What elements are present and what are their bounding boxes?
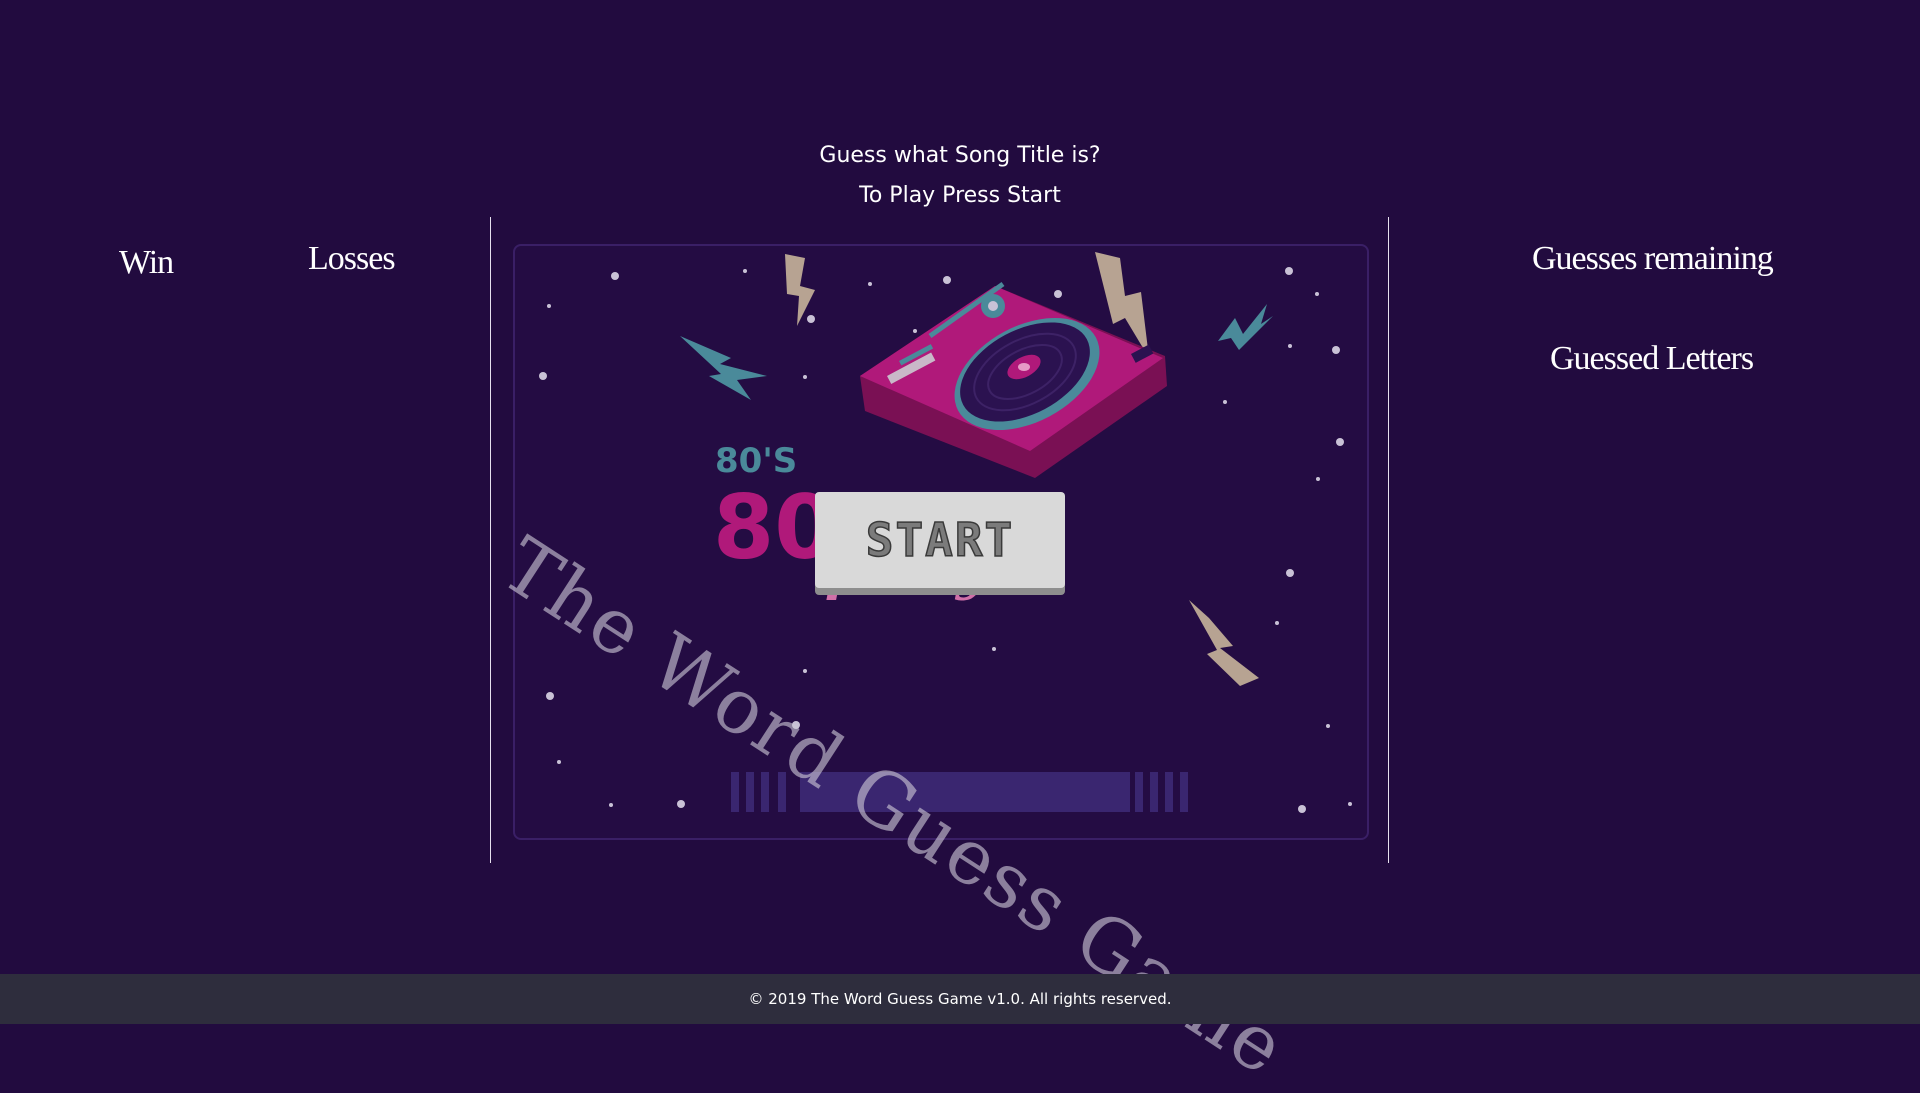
win-label: Win: [119, 244, 174, 281]
copyright-text: © 2019 The Word Guess Game v1.0. All rig…: [748, 990, 1172, 1008]
artwork-subtitle: 80'S: [715, 441, 797, 481]
start-button[interactable]: START: [815, 492, 1065, 588]
start-instruction: To Play Press Start: [859, 183, 1061, 208]
right-divider: [1388, 217, 1389, 863]
game-prompt: Guess what Song Title is?: [819, 143, 1101, 168]
footer: © 2019 The Word Guess Game v1.0. All rig…: [0, 974, 1920, 1024]
left-divider: [490, 217, 491, 863]
losses-label: Losses: [308, 240, 396, 277]
guesses-remaining-label: Guesses remaining: [1532, 240, 1774, 277]
header: Guess what Song Title is? To Play Press …: [0, 136, 1920, 216]
guessed-letters-label: Guessed Letters: [1550, 340, 1754, 377]
